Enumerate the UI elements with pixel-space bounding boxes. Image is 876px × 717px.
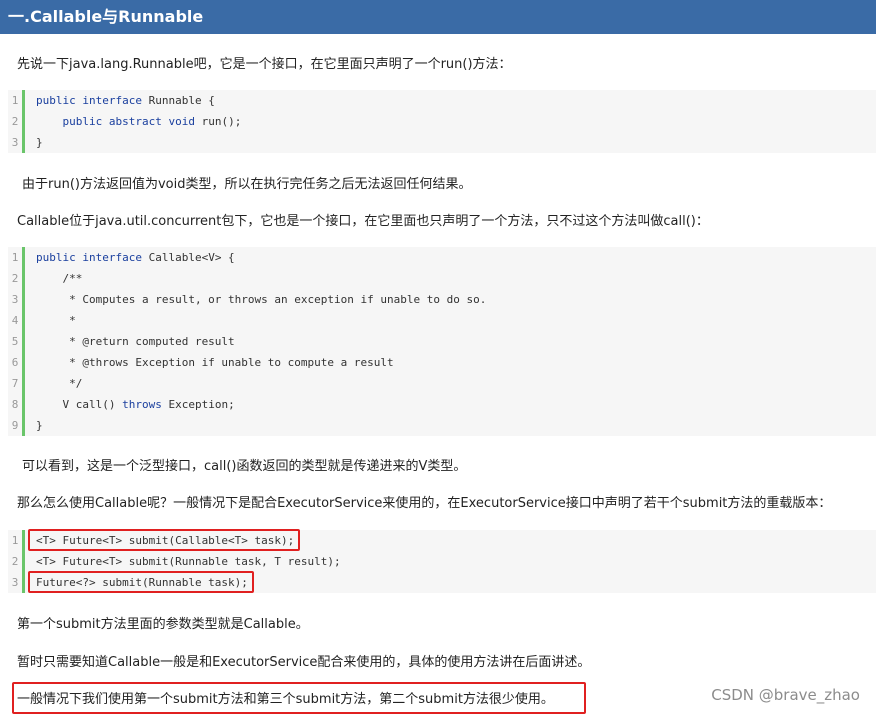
code-line: 3 * Computes a result, or throws an exce… xyxy=(8,289,876,310)
gutter-bar xyxy=(22,551,25,572)
code-text: V call() xyxy=(36,398,123,411)
code-comment: * Computes a result, or throws an except… xyxy=(36,293,487,306)
code-block-callable: 1 public interface Callable<V> { 2 /** 3… xyxy=(8,247,876,436)
highlight-box-conclusion xyxy=(12,682,586,714)
code-keyword: public interface xyxy=(36,94,142,107)
code-line: 1 public interface Runnable { xyxy=(8,90,876,111)
paragraph-usage-note: 暂时只需要知道Callable一般是和ExecutorService配合来使用的… xyxy=(17,655,591,670)
gutter-bar xyxy=(22,373,25,394)
gutter-bar xyxy=(22,289,25,310)
gutter-bar xyxy=(22,530,25,551)
line-number: 8 xyxy=(11,398,19,411)
code-text: } xyxy=(36,419,43,432)
code-text: Runnable { xyxy=(141,94,215,107)
line-number: 7 xyxy=(11,377,19,390)
code-text: Callable<V> { xyxy=(141,251,235,264)
code-keyword: public interface xyxy=(36,251,142,264)
highlight-box-submit-callable xyxy=(28,529,300,551)
line-number: 6 xyxy=(11,356,19,369)
code-keyword: throws xyxy=(122,398,162,411)
code-comment: * xyxy=(36,314,76,327)
gutter-bar xyxy=(22,111,25,132)
code-line: 3 } xyxy=(8,132,876,153)
paragraph-runnable-intro: 先说一下java.lang.Runnable吧，它是一个接口，在它里面只声明了一… xyxy=(17,57,512,72)
gutter-bar xyxy=(22,268,25,289)
section-title: 一.Callable与Runnable xyxy=(0,0,876,34)
gutter-bar xyxy=(22,310,25,331)
line-number: 9 xyxy=(11,419,19,432)
code-comment: */ xyxy=(36,377,83,390)
code-line: 5 * @return computed result xyxy=(8,331,876,352)
gutter-bar xyxy=(22,394,25,415)
paragraph-generic-interface: 可以看到，这是一个泛型接口，call()函数返回的类型就是传递进来的V类型。 xyxy=(22,459,467,474)
code-comment: * @throws Exception if unable to compute… xyxy=(36,356,394,369)
highlight-box-submit-runnable xyxy=(28,571,254,593)
line-number: 4 xyxy=(11,314,19,327)
paragraph-first-submit: 第一个submit方法里面的参数类型就是Callable。 xyxy=(17,617,309,632)
paragraph-executor-service: 那么怎么使用Callable呢？一般情况下是配合ExecutorService来… xyxy=(17,496,832,511)
code-text: Exception; xyxy=(161,398,235,411)
line-number: 3 xyxy=(11,136,19,149)
code-line: 2 <T> Future<T> submit(Runnable task, T … xyxy=(8,551,876,572)
line-number: 1 xyxy=(11,534,19,547)
code-text: <T> Future<T> submit(Runnable task, T re… xyxy=(36,555,341,568)
code-line: 1 public interface Callable<V> { xyxy=(8,247,876,268)
code-line: 7 */ xyxy=(8,373,876,394)
gutter-bar xyxy=(22,415,25,436)
line-number: 5 xyxy=(11,335,19,348)
code-comment: * @return computed result xyxy=(36,335,235,348)
line-number: 2 xyxy=(11,272,19,285)
code-text: run(); xyxy=(194,115,242,128)
code-line: 4 * xyxy=(8,310,876,331)
watermark: CSDN @brave_zhao xyxy=(711,686,860,704)
line-number: 3 xyxy=(11,293,19,306)
line-number: 3 xyxy=(11,576,19,589)
code-line: 6 * @throws Exception if unable to compu… xyxy=(8,352,876,373)
gutter-bar xyxy=(22,90,25,111)
gutter-bar xyxy=(22,331,25,352)
line-number: 1 xyxy=(11,94,19,107)
code-line: 2 public abstract void run(); xyxy=(8,111,876,132)
code-comment: /** xyxy=(36,272,83,285)
code-keyword: public abstract void xyxy=(62,115,195,128)
line-number: 2 xyxy=(11,555,19,568)
line-number: 1 xyxy=(11,251,19,264)
code-line: 9 } xyxy=(8,415,876,436)
code-block-runnable: 1 public interface Runnable { 2 public a… xyxy=(8,90,876,153)
gutter-bar xyxy=(22,572,25,593)
paragraph-run-void: 由于run()方法返回值为void类型，所以在执行完任务之后无法返回任何结果。 xyxy=(22,177,472,192)
line-number: 2 xyxy=(11,115,19,128)
gutter-bar xyxy=(22,352,25,373)
gutter-bar xyxy=(22,247,25,268)
code-line: 2 /** xyxy=(8,268,876,289)
gutter-bar xyxy=(22,132,25,153)
code-line: 8 V call() throws Exception; xyxy=(8,394,876,415)
code-text: } xyxy=(36,136,43,149)
paragraph-callable-intro: Callable位于java.util.concurrent包下，它也是一个接口… xyxy=(17,214,709,229)
